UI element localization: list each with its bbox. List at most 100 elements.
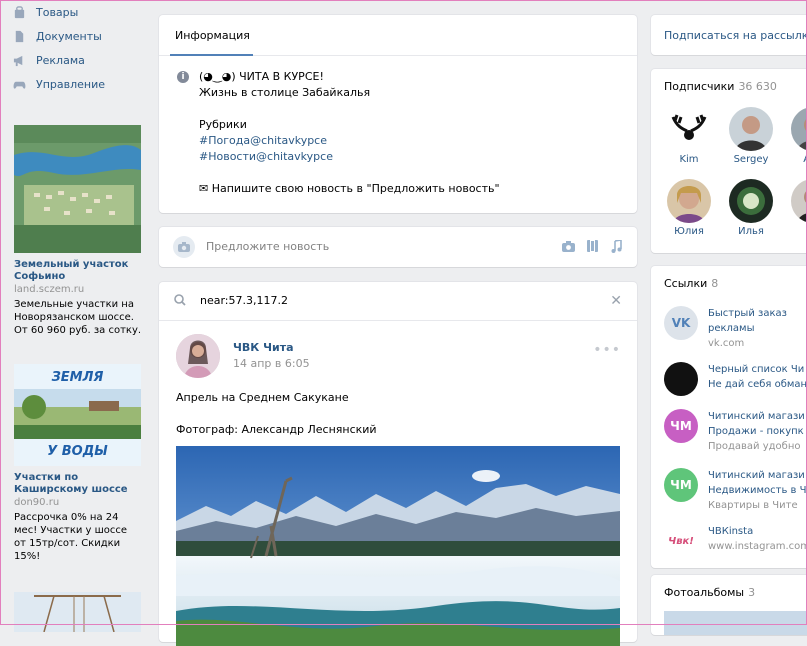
member-item[interactable]: Юлия [659,179,719,237]
link-title[interactable]: Быстрый заказ рекламы [708,306,798,336]
close-icon[interactable]: ✕ [610,293,622,309]
info-line: Рубрики [199,118,247,131]
ad-image-water[interactable]: ЗЕМЛЯ У ВОДЫ [14,364,141,466]
avatar[interactable] [176,334,220,378]
ad-title[interactable]: Участки по Каширскому шоссе [14,472,142,496]
link-title-line2: Продажи - покупк [708,426,804,437]
info-tab-bar: Информация [159,15,637,56]
ad-description: Земельные участки на Новорязанском шоссе… [14,299,142,336]
member-name[interactable]: Sergey [721,154,781,165]
ad-block-1[interactable]: Земельный участок Софьино land.sczem.ru … [14,125,142,337]
ad-title[interactable]: Земельный участок Софьино [14,259,142,283]
photo-icon[interactable] [561,239,575,253]
member-item[interactable]: Kim [659,107,719,165]
links-title: Ссылки [664,277,708,290]
links-count: 8 [711,277,719,290]
member-item[interactable]: Илья [721,179,781,237]
member-name[interactable]: Але [783,154,807,165]
subscribers-header[interactable]: Подписчики 36 630 [664,80,777,93]
member-name[interactable]: Kim [659,154,719,165]
link-title[interactable]: Читинский магази [708,409,805,424]
nav-label: Товары [36,5,79,19]
link-title[interactable]: Черный список Чи [708,362,807,377]
post-date[interactable]: 14 апр в 6:05 [233,357,310,370]
gamepad-icon [12,77,26,91]
nav-item-documents[interactable]: Документы [12,24,102,48]
albums-header[interactable]: Фотоальбомы 3 [664,586,755,599]
albums-title: Фотоальбомы [664,586,745,599]
post-text-line [176,406,377,422]
link-avatar-text: Чвк! [668,535,694,547]
links-header[interactable]: Ссылки 8 [664,277,718,290]
link-avatar: ЧМ [664,409,698,443]
music-icon[interactable] [609,239,623,253]
info-description: (◕‿◕) ЧИТА В КУРСЕ! Жизнь в столице Заба… [199,69,500,197]
post-author[interactable]: ЧВК Чита [233,341,294,354]
info-line: (◕‿◕) ЧИТА В КУРСЕ! [199,70,324,83]
link-item[interactable]: Чвк! ЧВКinsta www.instagram.com [664,524,807,558]
link-item[interactable]: ЧМ Читинский магази Недвижимость в Ч Ква… [664,468,807,513]
subscribers-count: 36 630 [738,80,777,93]
bag-icon [12,5,26,19]
tab-information[interactable]: Информация [175,29,250,42]
avatar[interactable] [667,179,711,223]
suggest-news-card[interactable]: Предложите новость [159,227,637,267]
video-icon[interactable] [585,239,599,253]
member-item[interactable]: А [783,179,807,237]
nav-item-manage[interactable]: Управление [12,72,105,96]
link-avatar [664,362,698,396]
album-thumbnail[interactable] [664,611,807,635]
more-options-icon[interactable]: ••• [593,342,621,358]
link-avatar: ЧМ [664,468,698,502]
nav-label: Документы [36,29,102,43]
member-name[interactable]: Юлия [659,226,719,237]
subscribe-link[interactable]: Подписаться на рассылку [664,29,807,42]
subscribers-title: Подписчики [664,80,735,93]
member-name[interactable]: А [783,226,807,237]
link-item[interactable]: VK Быстрый заказ рекламы vk.com [664,306,807,351]
suggest-news-input[interactable]: Предложите новость [206,240,329,253]
ad-block-2[interactable]: ЗЕМЛЯ У ВОДЫ Участки по Каширскому шоссе… [14,364,142,563]
megaphone-icon [12,53,26,67]
link-avatar-text: ЧМ [670,478,692,492]
link-subtitle: Квартиры в Чите [708,500,798,511]
hashtag-link[interactable]: #Новости@chitavkypce [199,149,500,165]
nav-item-ads[interactable]: Реклама [12,48,85,72]
ad-image-swing[interactable] [14,592,141,633]
member-name[interactable]: Илья [721,226,781,237]
photo-albums-card: Фотоальбомы 3 [651,575,807,635]
ad-domain[interactable]: land.sczem.ru [14,283,142,296]
tab-underline [170,54,253,56]
info-card: Информация i (◕‿◕) ЧИТА В КУРСЕ! Жизнь в… [159,15,637,213]
link-subtitle: www.instagram.com [708,541,807,552]
vk-logo-icon: VK [664,306,698,340]
post-text-line: Апрель на Среднем Сакукане [176,391,349,404]
avatar[interactable] [791,107,807,151]
avatar[interactable] [667,107,711,151]
link-avatar: Чвк! [664,524,698,558]
link-subtitle: Не дай себя обман [708,379,807,390]
avatar[interactable] [729,107,773,151]
hashtag-link[interactable]: #Погода@chitavkypce [199,133,500,149]
post-photo[interactable] [176,446,620,646]
subscribers-card: Подписчики36 630 Kim Sergey Але Юлия Иль… [651,69,807,253]
ad-image-map[interactable] [14,125,141,253]
avatar[interactable] [791,179,807,223]
ad-block-3[interactable] [14,592,142,635]
link-item[interactable]: Черный список Чи Не дай себя обман [664,362,807,396]
ad-domain[interactable]: don90.ru [14,496,142,509]
link-item[interactable]: ЧМ Читинский магази Продажи - покупк Про… [664,409,807,454]
member-item[interactable]: Але [783,107,807,165]
wall-search-bar: near:57.3,117.2 ✕ [159,282,637,321]
link-title-line2: Недвижимость в Ч [708,485,807,496]
wall-search-input[interactable]: near:57.3,117.2 [200,294,288,307]
link-title[interactable]: Читинский магази [708,468,806,483]
nav-item-goods[interactable]: Товары [12,0,78,24]
info-icon: i [177,71,189,83]
post-text-line: Фотограф: Александр Леснянский [176,423,377,436]
subscribe-card[interactable]: Подписаться на рассылку [651,15,807,55]
nav-label: Реклама [36,53,85,67]
avatar[interactable] [729,179,773,223]
member-item[interactable]: Sergey [721,107,781,165]
link-title[interactable]: ЧВКinsta [708,524,807,539]
